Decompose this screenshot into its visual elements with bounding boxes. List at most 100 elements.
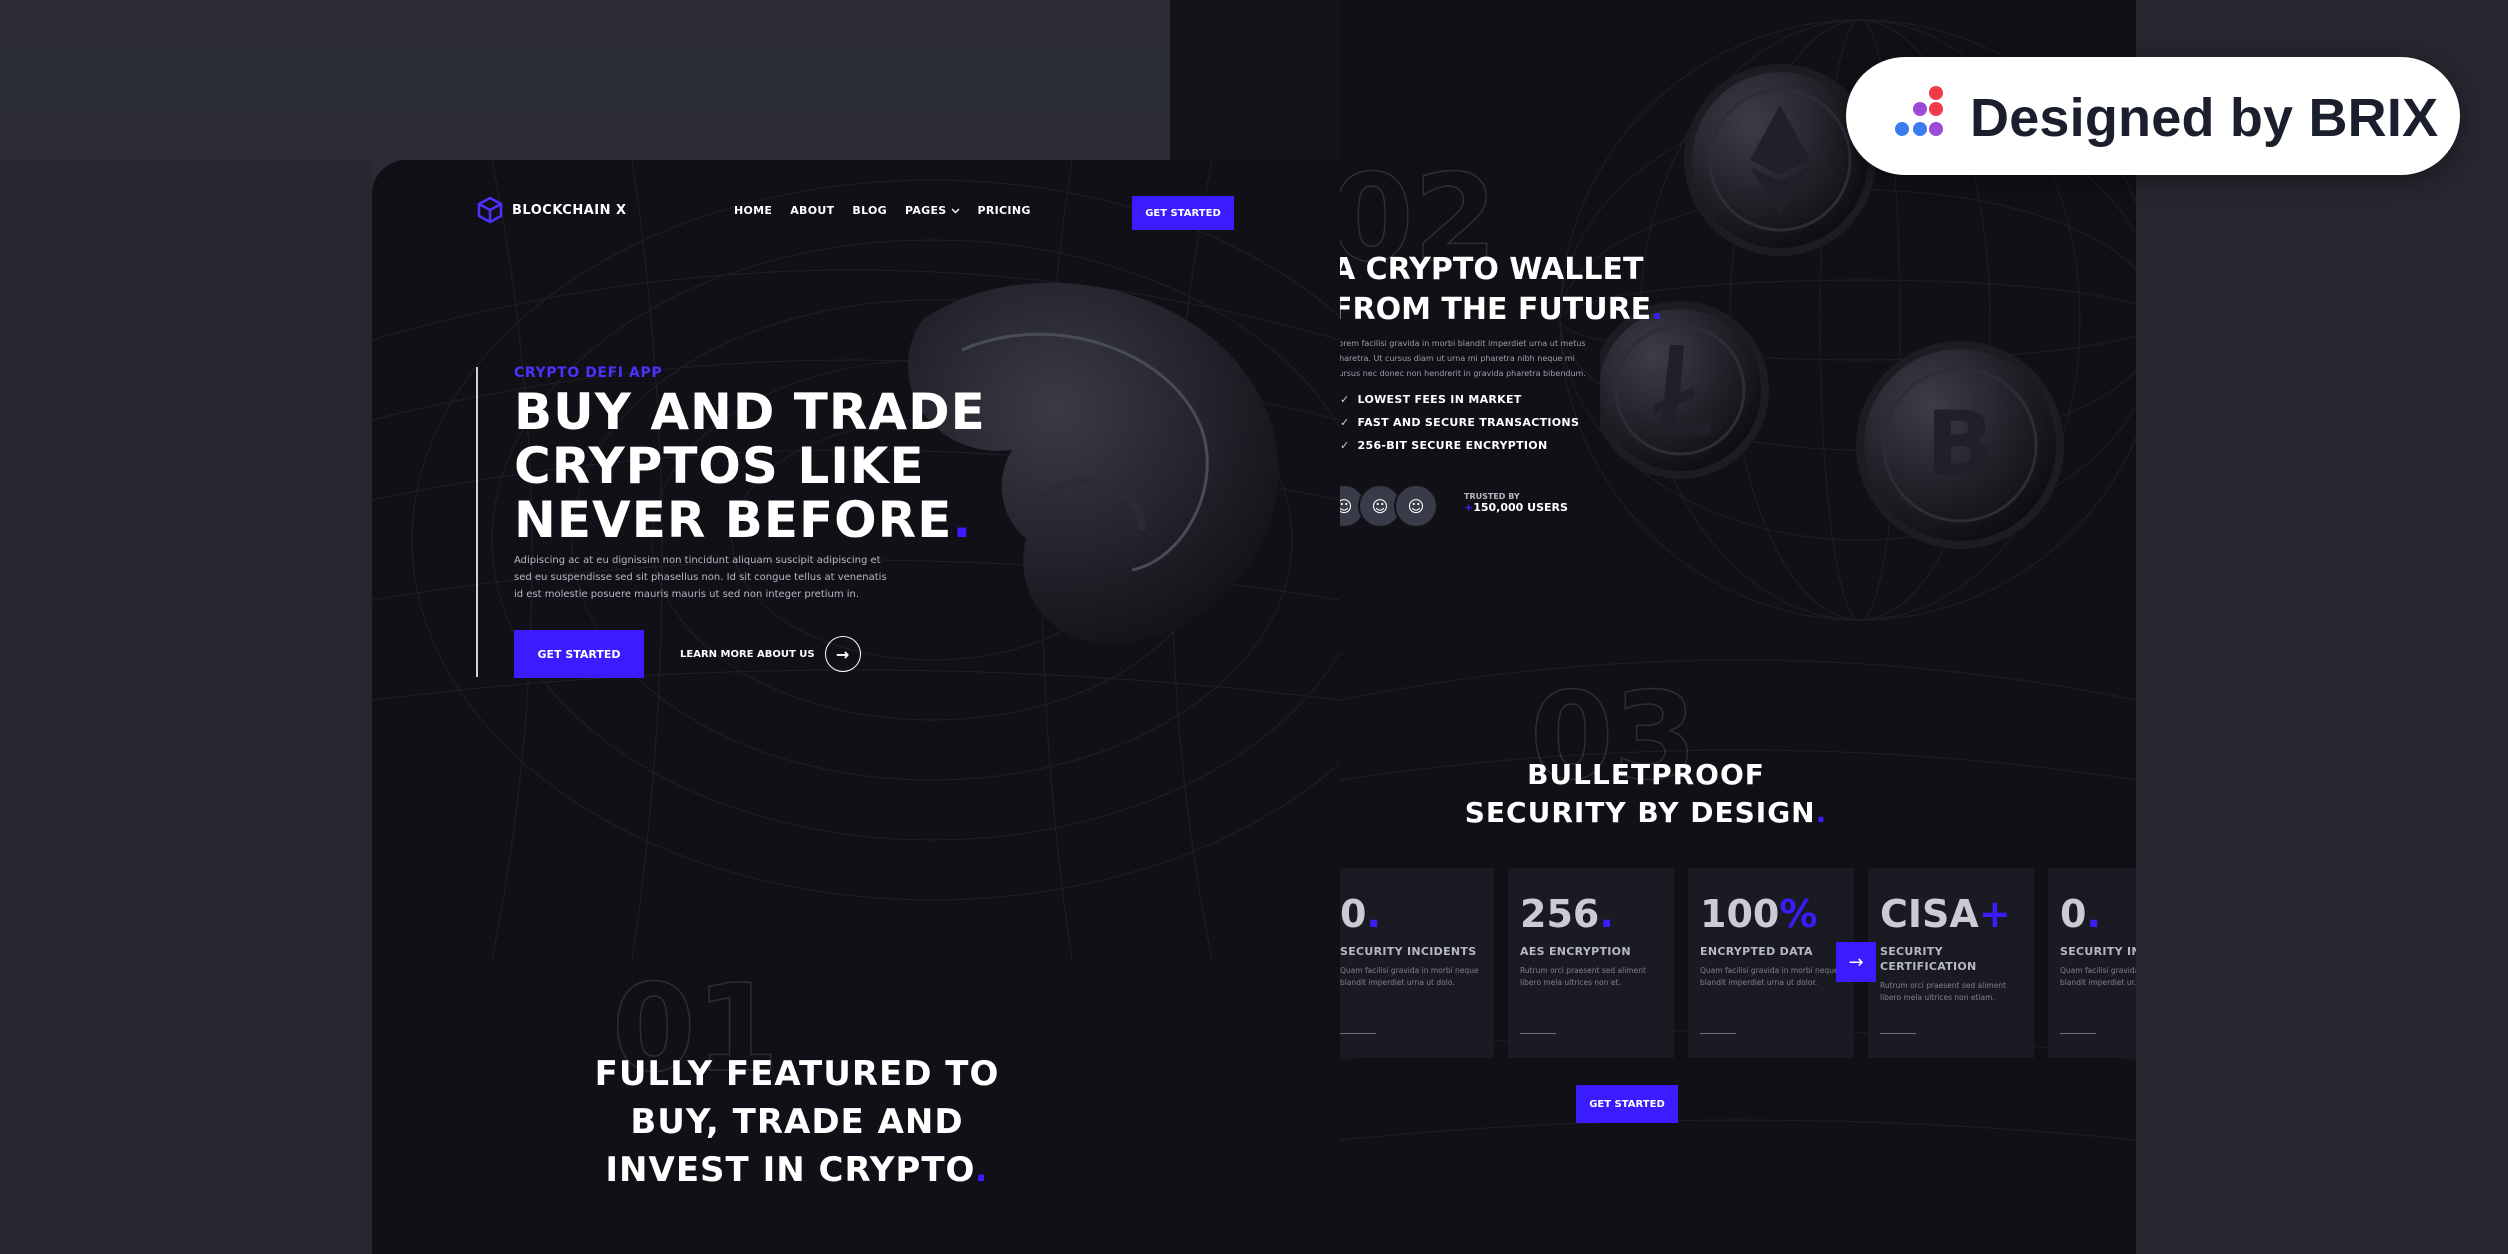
stat-number: 100 [1700,892,1780,936]
brand-logo[interactable]: BLOCKCHAIN X [476,196,627,224]
section-title-line: FULLY FEATURED TO [594,1054,1000,1094]
divider [1880,1033,1916,1034]
trusted-count: 150,000 USERS [1473,501,1568,514]
litecoin-coin-icon [1600,301,1769,479]
list-item: ✓ FAST AND SECURE TRANSACTIONS [1340,411,1579,434]
hero-eyebrow: CRYPTO DEFI APP [514,365,663,381]
list-item: ✓ LOWEST FEES IN MARKET [1340,388,1579,411]
feature-label: 256-BIT SECURE ENCRYPTION [1357,439,1548,452]
arrow-right-icon: → [1848,951,1864,973]
nav-pricing[interactable]: PRICING [978,204,1031,217]
hero-title-line: NEVER BEFORE. [514,493,1034,547]
learn-more-label: LEARN MORE ABOUT US [680,648,815,660]
nav-pages[interactable]: PAGES [905,204,960,217]
feature-label: LOWEST FEES IN MARKET [1357,393,1522,406]
section2-title: A CRYPTO WALLET FROM THE FUTURE. [1340,250,1663,330]
cube-logo-icon [477,196,503,224]
chevron-down-icon [951,208,960,213]
stat-accent: . [2086,892,2101,936]
stat-card: 0. SECURITY INCIDENTS Quam facilisi grav… [1340,868,1494,1058]
stat-number: 256 [1520,892,1600,936]
stat-description: Rutrum orci praesent sed aliment libero … [1880,981,2006,1002]
stat-label: SECURITY INCIDENTS [1340,945,1477,958]
carousel-next-button[interactable]: → [1836,942,1876,982]
stat-accent: + [1978,892,2011,936]
divider [2060,1033,2096,1034]
homepage-preview: BLOCKCHAIN X HOME ABOUT BLOG PAGES PRICI… [372,160,1340,1254]
feature-label: FAST AND SECURE TRANSACTIONS [1357,416,1580,429]
trusted-by: TRUSTED BY +150,000 USERS [1464,492,1568,514]
stat-card: CISA+ SECURITY CERTIFICATION Rutrum orci… [1868,868,2034,1058]
hero-get-started-button[interactable]: GET STARTED [514,630,644,678]
section2-description: Lorem facilisi gravida in morbi blandit … [1340,339,1586,378]
user-avatars: ☺ ☺ ☺ [1340,484,1438,528]
divider [1340,1033,1376,1034]
section-title-text: INVEST IN CRYPTO [605,1150,975,1190]
hero-title-line: BUY AND TRADE [514,383,986,441]
nav-about[interactable]: ABOUT [790,204,834,217]
top-nav: BLOCKCHAIN X HOME ABOUT BLOG PAGES PRICI… [372,178,1340,238]
stat-value: 256. [1520,892,1674,936]
backdrop-lower-left [0,160,372,1254]
stat-description: Rutrum orci praesent sed aliment libero … [1520,966,1646,987]
stat-card: 256. AES ENCRYPTION Rutrum orci praesent… [1508,868,1674,1058]
check-icon: ✓ [1340,393,1350,406]
section-title-line: A CRYPTO WALLET [1340,252,1644,287]
stat-description: Quam facilisi gravida in morbi neque bla… [2060,966,2136,987]
section-title-line: FROM THE FUTURE. [1340,290,1663,330]
stat-number: 0 [2060,892,2087,936]
nav-home[interactable]: HOME [734,204,772,217]
stat-description: Quam facilisi gravida in morbi neque bla… [1700,966,1839,987]
backdrop-right-edge [2136,0,2508,1254]
stat-label: AES ENCRYPTION [1520,945,1631,958]
hero-title-text: NEVER BEFORE [514,491,953,549]
section-title-text: FROM THE FUTURE [1340,292,1652,327]
stat-label: ENCRYPTED DATA [1700,945,1813,958]
ethereum-coin-icon [1684,64,1876,256]
badge-text: Designed by BRIX [1970,88,2439,148]
hero-description: Adipiscing ac at eu dignissim non tincid… [514,555,887,600]
divider [1700,1033,1736,1034]
section-title-line: BUY, TRADE AND [630,1102,964,1142]
designed-by-badge[interactable]: Designed by BRIX [1846,57,2460,175]
stat-value: 0. [2060,892,2136,936]
feature-list: ✓ LOWEST FEES IN MARKET ✓ FAST AND SECURE … [1340,388,1579,457]
section-title-text: SECURITY BY DESIGN [1464,796,1816,829]
divider [1520,1033,1556,1034]
hero-title-line: CRYPTOS LIKE [514,437,925,495]
stat-label: SECURITY CERTIFICATION [1880,945,1977,973]
svg-text:B: B [1926,392,1995,497]
nav-blog[interactable]: BLOG [852,204,887,217]
trusted-label: TRUSTED BY [1464,492,1520,501]
brix-logo-icon [1895,86,1943,136]
arrow-right-icon: → [824,636,861,672]
stat-number: CISA [1880,892,1979,936]
hero-accent-line [476,367,478,677]
section-title-line: INVEST IN CRYPTO. [482,1146,1112,1194]
stat-value: 100% [1700,892,1854,936]
list-item: ✓ 256-BIT SECURE ENCRYPTION [1340,434,1579,457]
stats-carousel: 0. SECURITY INCIDENTS Quam facilisi grav… [1340,868,2136,1058]
stat-card: 100% ENCRYPTED DATA Quam facilisi gravid… [1688,868,1854,1058]
stat-accent: % [1779,892,1818,936]
nav-links: HOME ABOUT BLOG PAGES PRICING [734,204,1031,217]
security-get-started-button[interactable]: GET STARTED [1576,1085,1678,1123]
trusted-value: +150,000 USERS [1464,501,1568,514]
stat-accent: . [1366,892,1381,936]
section1-title: FULLY FEATURED TO BUY, TRADE AND INVEST … [482,1050,1112,1194]
learn-more-link[interactable]: LEARN MORE ABOUT US → [680,636,861,672]
trusted-plus: + [1464,501,1474,514]
section3-title: BULLETPROOF SECURITY BY DESIGN. [1416,756,1876,832]
section-title-line: SECURITY BY DESIGN. [1416,794,1876,832]
section-title-line: BULLETPROOF [1527,758,1765,791]
accent-dot: . [952,491,973,549]
nav-get-started-button[interactable]: GET STARTED [1132,196,1234,230]
stat-value: 0. [1340,892,1494,936]
stat-label: SECURITY INCIDENTS [2060,945,2136,958]
stat-accent: . [1599,892,1614,936]
features-preview: 02 B A CRYPTO WALLET FROM THE FUTURE. Lo… [1340,0,2136,1254]
bitcoin-coin-icon: B [1856,341,2064,549]
check-icon: ✓ [1340,416,1350,429]
stat-value: CISA+ [1880,892,2034,936]
accent-dot: . [1651,292,1663,327]
